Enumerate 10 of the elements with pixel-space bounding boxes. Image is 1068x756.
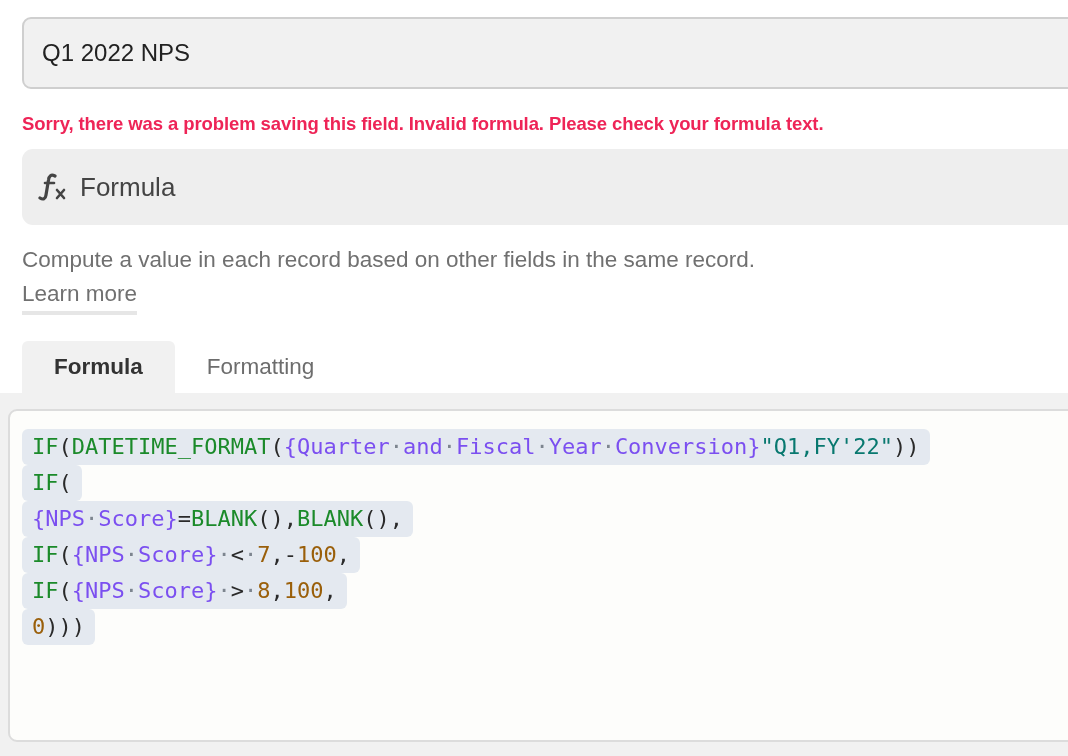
field-type-label: Formula [80, 171, 176, 203]
error-message: Sorry, there was a problem saving this field. Invalid formula. Please check your formula text. [22, 113, 824, 135]
learn-more-link[interactable]: Learn more [22, 281, 138, 315]
formula-editor[interactable]: IF(DATETIME_FORMAT({Quarter·and·Fiscal·Year·Conversion}"Q1,FY'22")) IF( {NPS·Score}=BLANK(),BLANK(), IF({NPS·Score}·<·7,-100, IF({NPS·Score}·>·8,100, 0))) [8, 409, 1068, 742]
formula-fx-icon [38, 173, 68, 201]
tab[interactable]: Formatting [174, 341, 347, 393]
name-input-field[interactable]: Q1 2022 NPS [22, 17, 1068, 89]
field-type-selector[interactable]: Formula [22, 149, 1068, 225]
field-description: Compute a value in each record based on other fields in the same record. [22, 247, 755, 273]
tab[interactable]: Formula [22, 341, 175, 393]
